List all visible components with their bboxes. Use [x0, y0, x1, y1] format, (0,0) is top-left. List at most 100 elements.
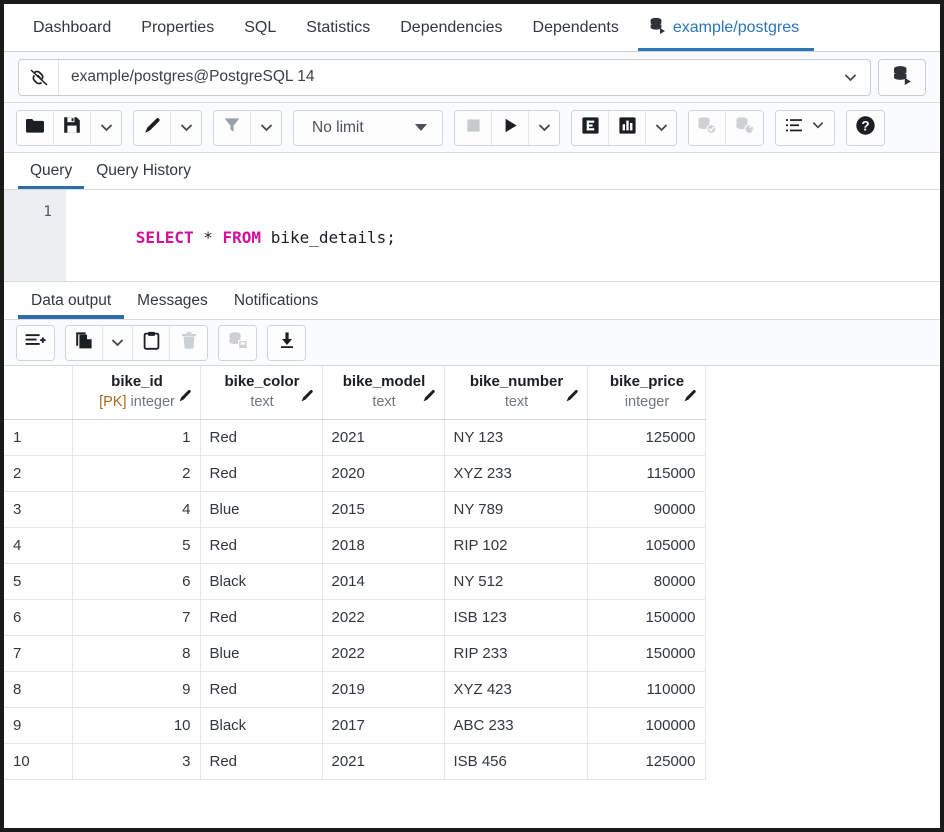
- delete-rows-button[interactable]: [170, 326, 207, 360]
- cell-bike_model[interactable]: 2015: [322, 491, 444, 527]
- cell-bike_color[interactable]: Red: [200, 455, 322, 491]
- save-file-button[interactable]: [54, 111, 91, 145]
- cell-bike_model[interactable]: 2021: [322, 419, 444, 455]
- tab-sql[interactable]: SQL: [229, 4, 291, 51]
- cell-bike_number[interactable]: RIP 233: [444, 635, 587, 671]
- cell-bike_model[interactable]: 2022: [322, 599, 444, 635]
- cell-bike_color[interactable]: Red: [200, 419, 322, 455]
- cell-bike_color[interactable]: Red: [200, 671, 322, 707]
- cell-bike_id[interactable]: 4: [72, 491, 200, 527]
- cell-bike_color[interactable]: Blue: [200, 491, 322, 527]
- execute-options-caret[interactable]: [529, 111, 559, 145]
- grid-header-bike_model[interactable]: bike_model text: [322, 366, 444, 419]
- grid-header-bike_price[interactable]: bike_price integer: [587, 366, 705, 419]
- cell-bike_price[interactable]: 90000: [587, 491, 705, 527]
- edit-button[interactable]: [134, 111, 171, 145]
- save-data-changes-button[interactable]: [219, 326, 256, 360]
- filter-button[interactable]: [214, 111, 251, 145]
- cell-bike_number[interactable]: XYZ 233: [444, 455, 587, 491]
- pencil-icon[interactable]: [300, 388, 315, 407]
- cell-bike_number[interactable]: ISB 123: [444, 599, 587, 635]
- cell-bike_price[interactable]: 115000: [587, 455, 705, 491]
- tab-example-postgres[interactable]: example/postgres: [634, 4, 814, 51]
- cell-bike_model[interactable]: 2022: [322, 635, 444, 671]
- cell-bike_price[interactable]: 110000: [587, 671, 705, 707]
- tab-notifications[interactable]: Notifications: [221, 282, 331, 319]
- row-limit-select[interactable]: No limit: [294, 111, 442, 145]
- cell-bike_price[interactable]: 100000: [587, 707, 705, 743]
- help-button[interactable]: ?: [847, 111, 884, 145]
- cell-bike_model[interactable]: 2020: [322, 455, 444, 491]
- table-row[interactable]: 1 1 Red 2021 NY 123 125000: [4, 419, 705, 455]
- cell-bike_color[interactable]: Black: [200, 563, 322, 599]
- pencil-icon[interactable]: [422, 388, 437, 407]
- tab-query-history[interactable]: Query History: [84, 153, 203, 189]
- table-row[interactable]: 9 10 Black 2017 ABC 233 100000: [4, 707, 705, 743]
- connection-select[interactable]: example/postgres@PostgreSQL 14: [18, 59, 871, 96]
- table-row[interactable]: 6 7 Red 2022 ISB 123 150000: [4, 599, 705, 635]
- cell-bike_model[interactable]: 2021: [322, 743, 444, 779]
- filter-options-caret[interactable]: [251, 111, 281, 145]
- cell-bike_number[interactable]: ABC 233: [444, 707, 587, 743]
- cell-bike_price[interactable]: 150000: [587, 599, 705, 635]
- explain-analyze-button[interactable]: [609, 111, 646, 145]
- cell-bike_model[interactable]: 2017: [322, 707, 444, 743]
- stop-query-button[interactable]: [455, 111, 492, 145]
- tab-properties[interactable]: Properties: [126, 4, 229, 51]
- table-row[interactable]: 7 8 Blue 2022 RIP 233 150000: [4, 635, 705, 671]
- cell-bike_number[interactable]: ISB 456: [444, 743, 587, 779]
- cell-bike_price[interactable]: 125000: [587, 743, 705, 779]
- download-results-button[interactable]: [268, 326, 305, 360]
- table-row[interactable]: 8 9 Red 2019 XYZ 423 110000: [4, 671, 705, 707]
- cell-bike_price[interactable]: 80000: [587, 563, 705, 599]
- table-row[interactable]: 4 5 Red 2018 RIP 102 105000: [4, 527, 705, 563]
- pencil-icon[interactable]: [178, 388, 193, 407]
- sql-editor[interactable]: 1 SELECT * FROM bike_details;: [4, 190, 940, 282]
- cell-bike_number[interactable]: NY 512: [444, 563, 587, 599]
- edit-options-caret[interactable]: [171, 111, 201, 145]
- pencil-icon[interactable]: [683, 388, 698, 407]
- cell-bike_id[interactable]: 6: [72, 563, 200, 599]
- cell-bike_id[interactable]: 8: [72, 635, 200, 671]
- cell-bike_number[interactable]: NY 123: [444, 419, 587, 455]
- sql-code-area[interactable]: SELECT * FROM bike_details;: [66, 190, 940, 281]
- cell-bike_color[interactable]: Red: [200, 599, 322, 635]
- cell-bike_model[interactable]: 2018: [322, 527, 444, 563]
- open-file-button[interactable]: [17, 111, 54, 145]
- grid-header-bike_id[interactable]: bike_id [PK] integer: [72, 366, 200, 419]
- pencil-icon[interactable]: [565, 388, 580, 407]
- cell-bike_id[interactable]: 5: [72, 527, 200, 563]
- add-row-button[interactable]: [17, 326, 54, 360]
- table-row[interactable]: 10 3 Red 2021 ISB 456 125000: [4, 743, 705, 779]
- tab-data-output[interactable]: Data output: [18, 282, 124, 319]
- cell-bike_color[interactable]: Blue: [200, 635, 322, 671]
- tab-dashboard[interactable]: Dashboard: [18, 4, 126, 51]
- cell-bike_number[interactable]: RIP 102: [444, 527, 587, 563]
- cell-bike_id[interactable]: 3: [72, 743, 200, 779]
- grid-header-bike_number[interactable]: bike_number text: [444, 366, 587, 419]
- cell-bike_id[interactable]: 7: [72, 599, 200, 635]
- cell-bike_color[interactable]: Black: [200, 707, 322, 743]
- cell-bike_price[interactable]: 105000: [587, 527, 705, 563]
- tab-dependencies[interactable]: Dependencies: [385, 4, 517, 51]
- save-options-caret[interactable]: [91, 111, 121, 145]
- cell-bike_number[interactable]: XYZ 423: [444, 671, 587, 707]
- copy-options-caret[interactable]: [103, 326, 133, 360]
- macros-button[interactable]: [776, 111, 834, 145]
- cell-bike_model[interactable]: 2014: [322, 563, 444, 599]
- cell-bike_model[interactable]: 2019: [322, 671, 444, 707]
- cell-bike_price[interactable]: 150000: [587, 635, 705, 671]
- cell-bike_id[interactable]: 10: [72, 707, 200, 743]
- cell-bike_number[interactable]: NY 789: [444, 491, 587, 527]
- results-grid-container[interactable]: bike_id [PK] integer bike_color text: [4, 366, 940, 828]
- execute-query-button[interactable]: [492, 111, 529, 145]
- tab-messages[interactable]: Messages: [124, 282, 221, 319]
- database-connect-button[interactable]: [878, 59, 926, 96]
- cell-bike_color[interactable]: Red: [200, 527, 322, 563]
- table-row[interactable]: 5 6 Black 2014 NY 512 80000: [4, 563, 705, 599]
- tab-statistics[interactable]: Statistics: [291, 4, 385, 51]
- copy-button[interactable]: [66, 326, 103, 360]
- explain-button[interactable]: [572, 111, 609, 145]
- cell-bike_id[interactable]: 9: [72, 671, 200, 707]
- cell-bike_color[interactable]: Red: [200, 743, 322, 779]
